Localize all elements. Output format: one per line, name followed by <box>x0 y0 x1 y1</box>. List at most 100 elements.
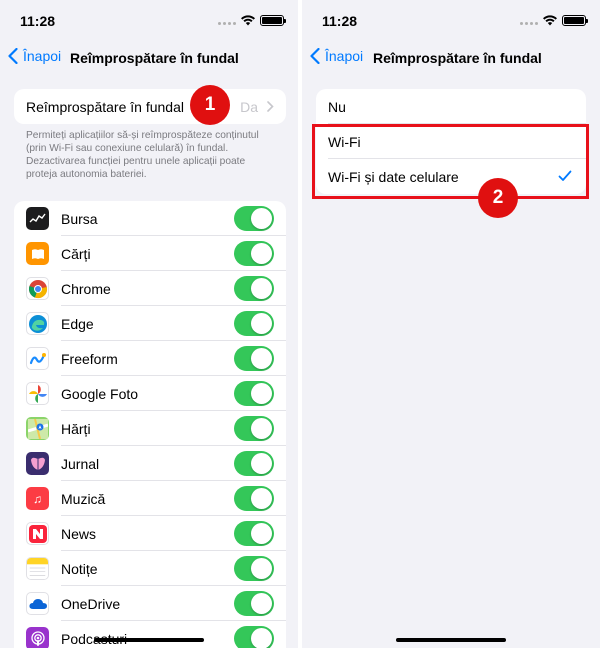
wifi-icon <box>241 15 255 26</box>
back-label: Înapoi <box>23 48 62 64</box>
app-list: Bursa Cărți Chrome Edge Freeform Google Foto H… <box>14 201 286 648</box>
app-label: Cărți <box>61 245 91 262</box>
annotation-badge-1: 1 <box>190 85 230 125</box>
app-row: Notițe <box>14 551 286 586</box>
toggle-knob <box>251 383 272 404</box>
back-label: Înapoi <box>325 48 364 64</box>
app-row: News <box>14 516 286 551</box>
journal-icon <box>26 452 49 475</box>
music-icon: ♫ <box>26 487 49 510</box>
app-row: OneDrive <box>14 586 286 621</box>
app-label: Google Foto <box>61 385 139 402</box>
google-photos-icon <box>26 382 49 405</box>
app-toggle[interactable] <box>234 591 274 616</box>
app-row: Google Foto <box>14 376 286 411</box>
app-row: Bursa <box>14 201 286 236</box>
app-row: Cărți <box>14 236 286 271</box>
back-button[interactable]: Înapoi <box>8 48 61 64</box>
app-label: Chrome <box>61 280 111 297</box>
app-row: Freeform <box>14 341 286 376</box>
option-nu[interactable]: Nu <box>316 89 586 124</box>
app-toggle[interactable] <box>234 311 274 336</box>
annotation-badge-2: 2 <box>478 178 518 218</box>
background-refresh-setting[interactable]: Reîmprospătare în fundal Da <box>14 89 286 124</box>
app-row: ♫ Muzică <box>14 481 286 516</box>
maps-icon <box>26 417 49 440</box>
toggle-knob <box>251 313 272 334</box>
status-icons <box>218 14 286 26</box>
battery-icon <box>260 14 286 26</box>
app-toggle[interactable] <box>234 556 274 581</box>
app-toggle[interactable] <box>234 241 274 266</box>
stocks-icon <box>26 207 49 230</box>
battery-icon <box>562 14 588 26</box>
toggle-knob <box>251 348 272 369</box>
status-bar: 11:28 <box>302 0 600 40</box>
app-toggle[interactable] <box>234 626 274 648</box>
chevron-right-icon <box>267 101 274 112</box>
toggle-knob <box>251 453 272 474</box>
home-indicator <box>94 638 204 642</box>
app-label: Muzică <box>61 490 106 507</box>
chevron-left-icon <box>8 48 18 64</box>
annotation-highlight <box>312 124 589 199</box>
toggle-knob <box>251 523 272 544</box>
signal-icon <box>520 15 538 25</box>
app-row: Edge <box>14 306 286 341</box>
news-icon <box>26 522 49 545</box>
app-toggle[interactable] <box>234 521 274 546</box>
app-row: Podcasturi <box>14 621 286 648</box>
toggle-knob <box>251 558 272 579</box>
status-icons <box>520 14 588 26</box>
onedrive-icon <box>26 592 49 615</box>
navigation-bar: Înapoi Reîmprospătare în fundal <box>302 42 600 72</box>
page-title: Reîmprospătare în fundal <box>70 50 239 66</box>
left-screen: 11:28 Înapoi Reîmprospătare în fundal Re… <box>0 0 298 648</box>
app-toggle[interactable] <box>234 346 274 371</box>
toggle-knob <box>251 488 272 509</box>
app-label: Bursa <box>61 210 98 227</box>
app-label: OneDrive <box>61 595 121 612</box>
status-bar: 11:28 <box>0 0 298 40</box>
app-toggle[interactable] <box>234 206 274 231</box>
status-time: 11:28 <box>20 13 56 29</box>
toggle-knob <box>251 208 272 229</box>
toggle-knob <box>251 628 272 648</box>
home-indicator <box>396 638 506 642</box>
app-toggle[interactable] <box>234 486 274 511</box>
edge-icon <box>26 312 49 335</box>
option-label: Nu <box>328 98 346 115</box>
toggle-knob <box>251 593 272 614</box>
notes-icon <box>26 557 49 580</box>
right-screen: 11:28 Înapoi Reîmprospătare în fundal Nu… <box>302 0 600 648</box>
podcasts-icon <box>26 627 49 648</box>
app-toggle[interactable] <box>234 451 274 476</box>
signal-icon <box>218 15 236 25</box>
status-time: 11:28 <box>322 13 358 29</box>
back-button[interactable]: Înapoi <box>310 48 363 64</box>
app-label: News <box>61 525 97 542</box>
app-row: Hărți <box>14 411 286 446</box>
app-toggle[interactable] <box>234 381 274 406</box>
setting-description: Permiteți aplicațiilor să-și reîmprospăt… <box>26 130 259 180</box>
toggle-knob <box>251 278 272 299</box>
books-icon <box>26 242 49 265</box>
app-toggle[interactable] <box>234 276 274 301</box>
app-label: Edge <box>61 315 94 332</box>
toggle-knob <box>251 418 272 439</box>
freeform-icon <box>26 347 49 370</box>
app-label: Notițe <box>61 560 98 577</box>
setting-value: Da <box>240 98 258 115</box>
app-toggle[interactable] <box>234 416 274 441</box>
wifi-icon <box>543 15 557 26</box>
navigation-bar: Înapoi Reîmprospătare în fundal <box>0 42 298 72</box>
app-row: Jurnal <box>14 446 286 481</box>
chrome-icon <box>26 277 49 300</box>
toggle-knob <box>251 243 272 264</box>
setting-label: Reîmprospătare în fundal <box>26 98 184 115</box>
app-row: Chrome <box>14 271 286 306</box>
app-label: Jurnal <box>61 455 100 472</box>
app-label: Hărți <box>61 420 91 437</box>
app-label: Freeform <box>61 350 118 367</box>
page-title: Reîmprospătare în fundal <box>373 50 542 66</box>
